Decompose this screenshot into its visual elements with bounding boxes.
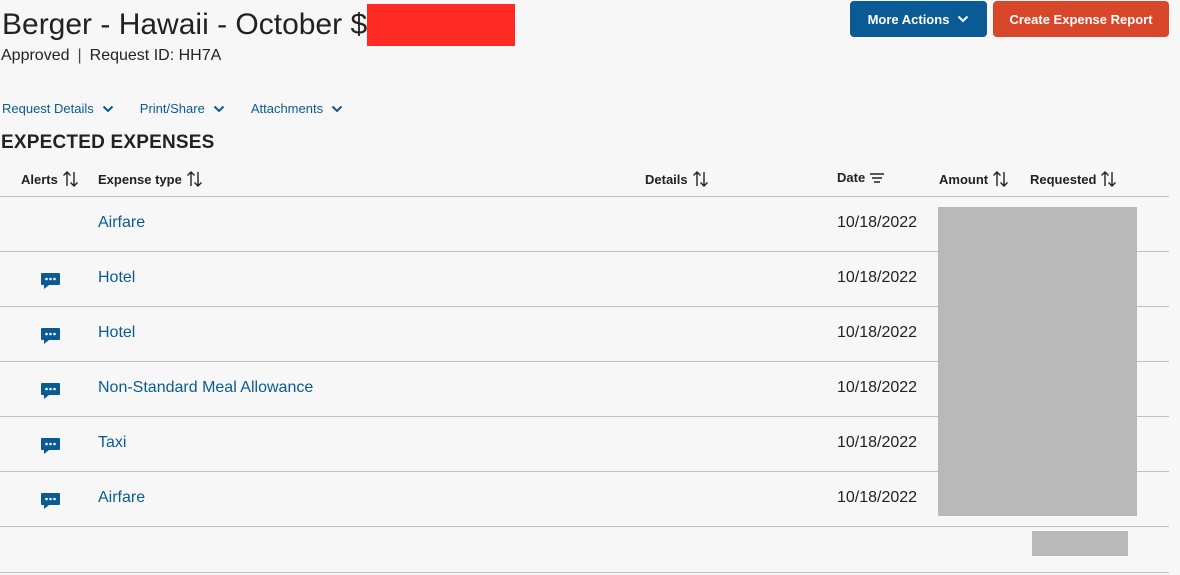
table-total-row	[0, 527, 1169, 573]
create-expense-report-button[interactable]: Create Expense Report	[993, 1, 1169, 37]
column-header-alerts[interactable]: Alerts	[21, 170, 79, 188]
table-header: Alerts Expense type Details Date Amount …	[0, 165, 1169, 197]
column-header-amount[interactable]: Amount	[939, 170, 1009, 188]
attachments-label: Attachments	[250, 101, 324, 116]
expense-date: 10/18/2022	[837, 379, 918, 396]
column-label: Expense type	[98, 171, 182, 187]
more-actions-button[interactable]: More Actions	[850, 1, 987, 37]
expense-date: 10/18/2022	[837, 489, 918, 506]
expense-request-page: Berger - Hawaii - October $ Approved | Req…	[0, 0, 1180, 575]
column-label: Amount	[939, 171, 989, 187]
comment-icon[interactable]	[40, 382, 61, 401]
column-header-expense-type[interactable]: Expense type	[98, 170, 203, 188]
more-actions-label: More Actions	[867, 11, 950, 27]
expense-type-link[interactable]: Airfare	[98, 489, 145, 507]
create-expense-report-label: Create Expense Report	[1009, 11, 1153, 27]
expense-date: 10/18/2022	[837, 214, 918, 231]
column-label: Date	[837, 170, 866, 185]
status-text: Approved	[1, 47, 70, 64]
attachments-menu[interactable]: Attachments	[251, 101, 343, 116]
column-label: Requested	[1030, 171, 1097, 187]
column-header-requested[interactable]: Requested	[1030, 170, 1117, 188]
expense-date: 10/18/2022	[837, 434, 918, 451]
title-row: Berger - Hawaii - October $	[2, 4, 516, 46]
comment-icon[interactable]	[40, 437, 61, 456]
column-header-date[interactable]: Date	[837, 170, 885, 185]
sort-icon	[1101, 171, 1117, 187]
expense-date: 10/18/2022	[837, 324, 918, 341]
redacted-amounts-block	[938, 207, 1137, 516]
chevron-down-icon	[331, 105, 343, 112]
expense-type-link[interactable]: Hotel	[98, 324, 135, 342]
status-separator: |	[77, 47, 82, 64]
sorted-lines-icon	[870, 172, 885, 183]
comment-icon[interactable]	[40, 327, 61, 346]
print-share-label: Print/Share	[139, 101, 205, 116]
column-header-details[interactable]: Details	[645, 170, 709, 188]
comment-icon[interactable]	[40, 492, 61, 511]
redacted-amount	[367, 4, 516, 46]
expense-date: 10/18/2022	[837, 269, 918, 286]
expense-type-link[interactable]: Non-Standard Meal Allowance	[98, 379, 313, 397]
sort-icon	[692, 171, 708, 187]
comment-icon[interactable]	[40, 272, 61, 291]
expense-type-link[interactable]: Airfare	[98, 214, 145, 232]
column-label: Details	[645, 171, 688, 187]
print-share-menu[interactable]: Print/Share	[140, 101, 225, 116]
page-title: Berger - Hawaii - October $	[2, 8, 368, 41]
chevron-down-icon	[213, 105, 225, 112]
sort-icon	[993, 171, 1009, 187]
request-id: Request ID: HH7A	[89, 47, 222, 64]
sort-icon	[62, 171, 78, 187]
request-subnav: Request Details Print/Share Attachments	[2, 101, 343, 116]
expense-type-link[interactable]: Hotel	[98, 269, 135, 287]
chevron-down-icon	[958, 15, 969, 23]
sort-icon	[186, 171, 202, 187]
request-details-menu[interactable]: Request Details	[2, 101, 114, 116]
column-label: Alerts	[21, 171, 58, 187]
expense-type-link[interactable]: Taxi	[98, 434, 126, 452]
chevron-down-icon	[102, 105, 113, 112]
section-title: EXPECTED EXPENSES	[1, 132, 215, 153]
redacted-total	[1032, 531, 1128, 556]
request-details-label: Request Details	[2, 101, 94, 116]
request-status-row: Approved | Request ID: HH7A	[1, 47, 221, 65]
header-actions: More Actions Create Expense Report	[850, 1, 1169, 37]
